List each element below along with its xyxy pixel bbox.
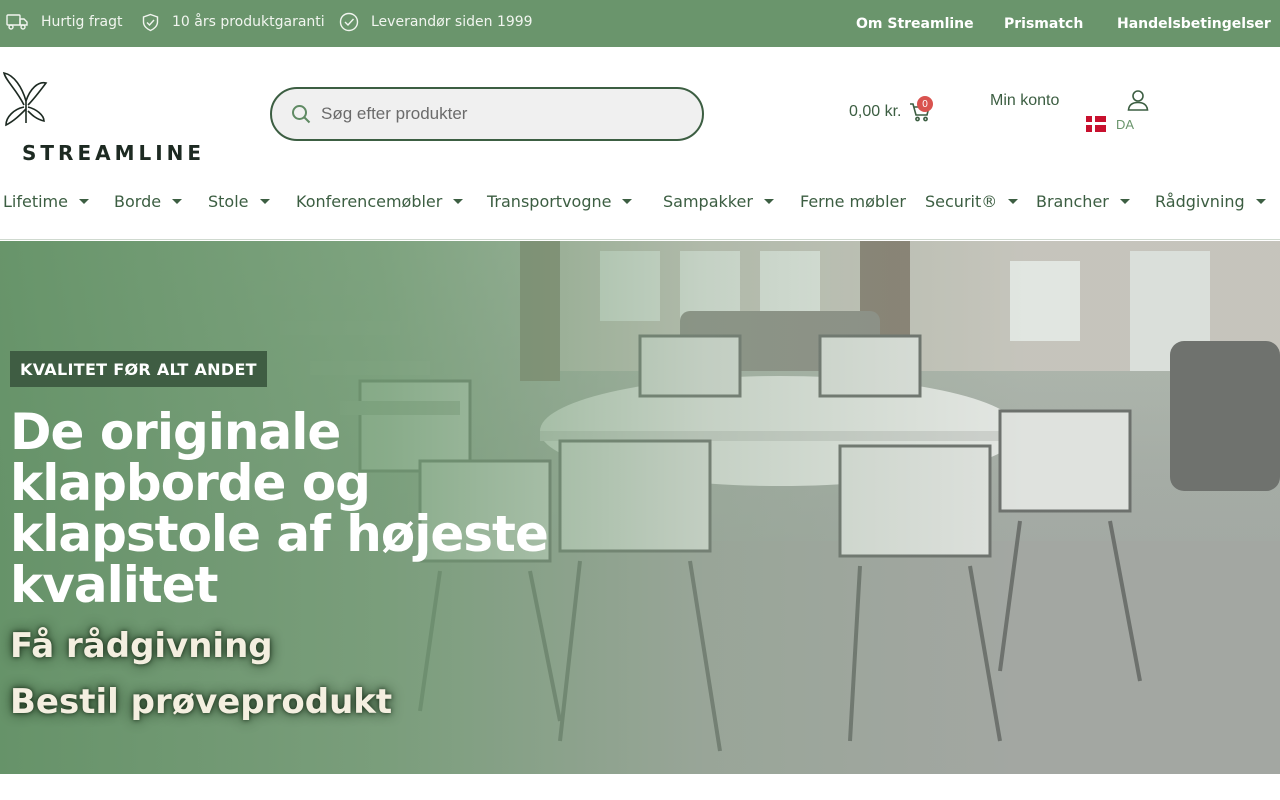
logo-text: STREAMLINE xyxy=(22,141,206,165)
usp-label: Hurtig fragt xyxy=(41,14,123,30)
hero-banner: KVALITET FØR ALT ANDET De originale klap… xyxy=(0,241,1280,774)
logo[interactable]: STREAMLINE xyxy=(0,71,210,165)
caret-down-icon xyxy=(259,198,270,204)
language-code: DA xyxy=(1116,116,1135,132)
caret-down-icon xyxy=(78,198,89,204)
get-advice-link[interactable]: Få rådgivning xyxy=(10,626,273,666)
nav-label: Brancher xyxy=(1036,191,1109,211)
language-switcher[interactable]: DA xyxy=(1086,116,1134,132)
nav-item-securit[interactable]: Securit® xyxy=(925,187,1019,215)
cart-count-badge: 0 xyxy=(917,96,933,112)
nav-label: Stole xyxy=(208,191,249,211)
hero-tagline: KVALITET FØR ALT ANDET xyxy=(10,351,267,387)
search-box[interactable] xyxy=(270,87,704,141)
link-about[interactable]: Om Streamline xyxy=(856,0,974,47)
usp-label: 10 års produktgaranti xyxy=(172,14,325,30)
shield-check-icon xyxy=(142,13,159,31)
account-link[interactable]: Min konto xyxy=(990,92,1059,110)
nav-item-stole[interactable]: Stole xyxy=(208,187,270,215)
search-input[interactable] xyxy=(321,104,681,124)
top-bar: Hurtig fragt 10 års produktgaranti Lever… xyxy=(0,0,1280,47)
nav-label: Konferencemøbler xyxy=(296,191,443,211)
truck-icon xyxy=(6,14,28,30)
search-icon[interactable] xyxy=(291,104,311,124)
order-sample-link[interactable]: Bestil prøveprodukt xyxy=(10,682,392,722)
nav-label: Lifetime xyxy=(3,191,68,211)
nav-label: Securit® xyxy=(925,191,998,211)
nav-label: Sampakker xyxy=(663,191,753,211)
link-terms[interactable]: Handelsbetingelser xyxy=(1117,0,1271,47)
nav-item-lifetime[interactable]: Lifetime xyxy=(3,187,89,215)
nav-label: Ferne møbler xyxy=(800,191,906,211)
site-header: STREAMLINE 0,00 kr. 0 Min konto DA Lifet… xyxy=(0,47,1280,240)
usp-warranty: 10 års produktgaranti xyxy=(141,0,325,44)
main-nav: Lifetime Borde Stole Konferencemøbler Tr… xyxy=(0,187,1280,217)
hero-headline: De originale klapborde og klapstole af h… xyxy=(10,403,549,614)
check-circle-icon xyxy=(339,12,359,32)
nav-item-konferencemobler[interactable]: Konferencemøbler xyxy=(296,187,464,215)
link-price-match[interactable]: Prismatch xyxy=(1004,0,1083,47)
caret-down-icon xyxy=(1255,198,1266,204)
caret-down-icon xyxy=(622,198,633,204)
cart-total: 0,00 kr. xyxy=(849,103,902,120)
butterfly-logo-icon xyxy=(2,71,48,127)
nav-item-ferne-mobler[interactable]: Ferne møbler xyxy=(800,187,906,215)
caret-down-icon xyxy=(453,198,464,204)
usp-fast-shipping: Hurtig fragt xyxy=(6,0,123,44)
usp-label: Leverandør siden 1999 xyxy=(371,14,533,30)
nav-item-radgivning[interactable]: Rådgivning xyxy=(1155,187,1266,215)
caret-down-icon xyxy=(763,198,774,204)
nav-item-transportvogne[interactable]: Transportvogne xyxy=(487,187,633,215)
nav-item-brancher[interactable]: Brancher xyxy=(1036,187,1130,215)
danish-flag-icon xyxy=(1086,116,1106,132)
caret-down-icon xyxy=(1008,198,1019,204)
usp-supplier: Leverandør siden 1999 xyxy=(339,0,533,44)
nav-label: Rådgivning xyxy=(1155,191,1245,211)
caret-down-icon xyxy=(172,198,183,204)
user-icon[interactable] xyxy=(1127,89,1149,111)
nav-item-borde[interactable]: Borde xyxy=(114,187,183,215)
nav-label: Transportvogne xyxy=(487,191,612,211)
caret-down-icon xyxy=(1119,198,1130,204)
nav-item-sampakker[interactable]: Sampakker xyxy=(663,187,774,215)
nav-label: Borde xyxy=(114,191,162,211)
